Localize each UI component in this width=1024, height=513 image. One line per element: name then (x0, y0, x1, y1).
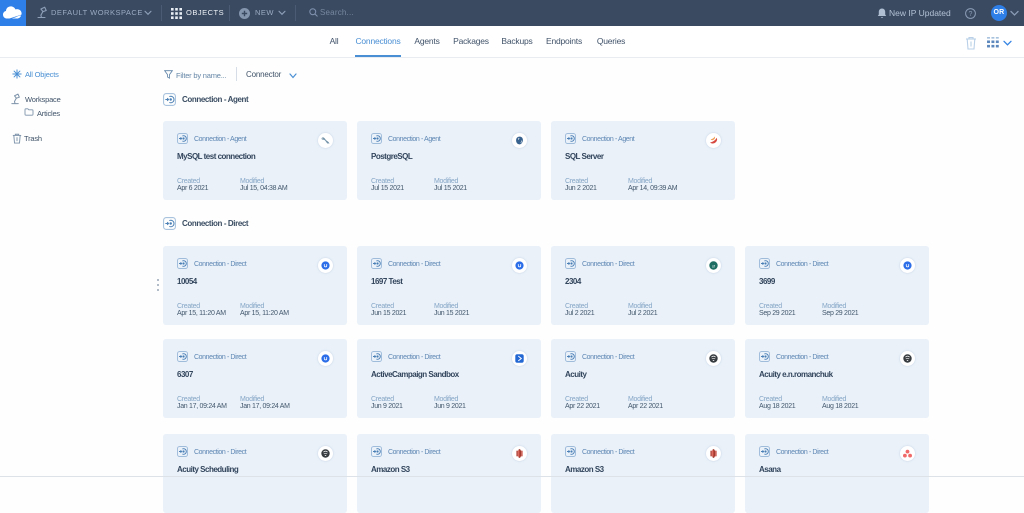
svg-text:?: ? (969, 11, 973, 18)
svg-text:sf: sf (712, 264, 715, 268)
